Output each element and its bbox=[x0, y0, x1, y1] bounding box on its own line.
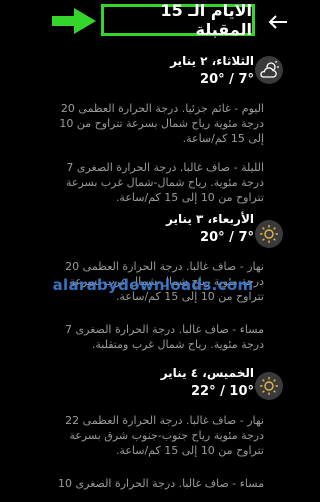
sun-icon bbox=[255, 220, 283, 248]
day-title: الثلاثاء، ٢ يناير bbox=[170, 54, 254, 68]
day-temperatures: 7° / 20° bbox=[200, 230, 254, 245]
back-button[interactable] bbox=[264, 8, 292, 36]
green-arrow-annotation bbox=[52, 8, 96, 34]
day-temperatures: 7° / 20° bbox=[200, 72, 254, 87]
page-title: الايام الـ 15 المقبلة bbox=[101, 1, 255, 39]
night-description: مساء - صاف غالبا. درجة الحرارة الصغرى 10 bbox=[58, 477, 264, 490]
forecast-day[interactable]: الخميس، ٤ يناير 10° / 22° نهار - صاف غال… bbox=[0, 362, 300, 502]
day-title: الأربعاء، ٣ يناير bbox=[165, 212, 254, 226]
day-description: اليوم - غائم جزئيا. درجة الحرارة العظمى … bbox=[59, 102, 264, 145]
partly-cloudy-icon bbox=[255, 56, 283, 84]
day-title: الخميس، ٤ يناير bbox=[160, 366, 254, 380]
forecast-list[interactable]: الثلاثاء، ٢ يناير 7° / 20° اليوم - غائم … bbox=[0, 44, 300, 502]
day-description: نهار - صاف غالبا. درجة الحرارة العظمى 22… bbox=[65, 414, 264, 457]
back-arrow-icon bbox=[268, 15, 287, 29]
sun-icon bbox=[255, 372, 283, 400]
night-description: مساء - صاف غالبا. درجة الحرارة الصغرى 7 … bbox=[65, 323, 264, 351]
watermark: alarabydownloads.com bbox=[52, 276, 254, 294]
day-temperatures: 10° / 22° bbox=[191, 384, 254, 399]
app-header: الايام الـ 15 المقبلة bbox=[0, 0, 300, 44]
night-description: الليلة - صاف غالبا. درجة الحرارة الصغرى … bbox=[66, 161, 264, 204]
forecast-day[interactable]: الثلاثاء، ٢ يناير 7° / 20° اليوم - غائم … bbox=[0, 44, 300, 208]
